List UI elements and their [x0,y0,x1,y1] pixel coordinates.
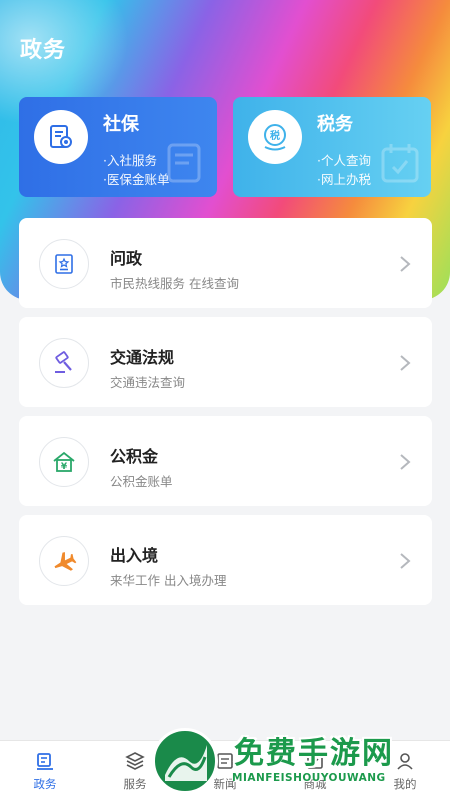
svg-text:¥: ¥ [61,462,68,472]
list-item-title: 问政 [110,249,143,268]
list-item-title: 交通法规 [110,348,175,367]
tab-label: 政务 [33,777,57,791]
list-item-wenzheng[interactable]: 问政 市民热线服务 在线查询 [19,218,432,308]
list-item-title: 公积金 [110,447,159,466]
house-yuan-icon: ¥ [39,437,89,487]
gavel-icon [39,338,89,388]
list-item-subtitle: 市民热线服务 在线查询 [110,276,239,291]
chevron-right-icon [400,256,411,272]
shuiwu-card[interactable]: 税 税务 ·个人查询 ·网上办税 [233,97,431,197]
chevron-right-icon [400,553,411,569]
watermark-logo-icon [152,728,218,794]
shuiwu-line-2: ·网上办税 [317,172,371,187]
list-item-churujing[interactable]: 出入境 来华工作 出入境办理 [19,515,432,605]
document-watermark-icon [163,139,211,191]
tax-stamp-icon: 税 [248,110,302,164]
document-seal-icon [34,110,88,164]
page-title: 政务 [20,38,67,63]
badge-star-icon [39,239,89,289]
watermark-text: 免费手游网 [234,736,394,771]
shuiwu-line-1: ·个人查询 [317,153,371,168]
shebao-card[interactable]: 社保 ·入社服务 ·医保金账单 [19,97,217,197]
chevron-right-icon [400,454,411,470]
shebao-title: 社保 [103,114,139,135]
list-item-title: 出入境 [110,546,159,565]
shebao-line-2: ·医保金账单 [103,172,170,187]
list-item-gongjijin[interactable]: ¥ 公积金 公积金账单 [19,416,432,506]
watermark-subtext: MIANFEISHOUYOUWANG [232,772,386,784]
list-item-subtitle: 交通违法查询 [110,375,186,390]
airplane-icon [39,536,89,586]
list-item-subtitle: 公积金账单 [110,474,173,489]
calendar-watermark-icon [377,139,425,191]
list-item-subtitle: 来华工作 出入境办理 [110,573,227,588]
svg-text:税: 税 [270,129,280,142]
shebao-line-1: ·入社服务 [103,153,157,168]
list-item-traffic[interactable]: 交通法规 交通违法查询 [19,317,432,407]
chevron-right-icon [400,355,411,371]
site-watermark: 免费手游网 MIANFEISHOUYOUWANG [150,722,450,800]
government-icon [37,753,53,770]
layers-icon [125,752,145,770]
shuiwu-title: 税务 [317,114,353,135]
tab-zhengwu[interactable]: 政务 [0,741,90,800]
